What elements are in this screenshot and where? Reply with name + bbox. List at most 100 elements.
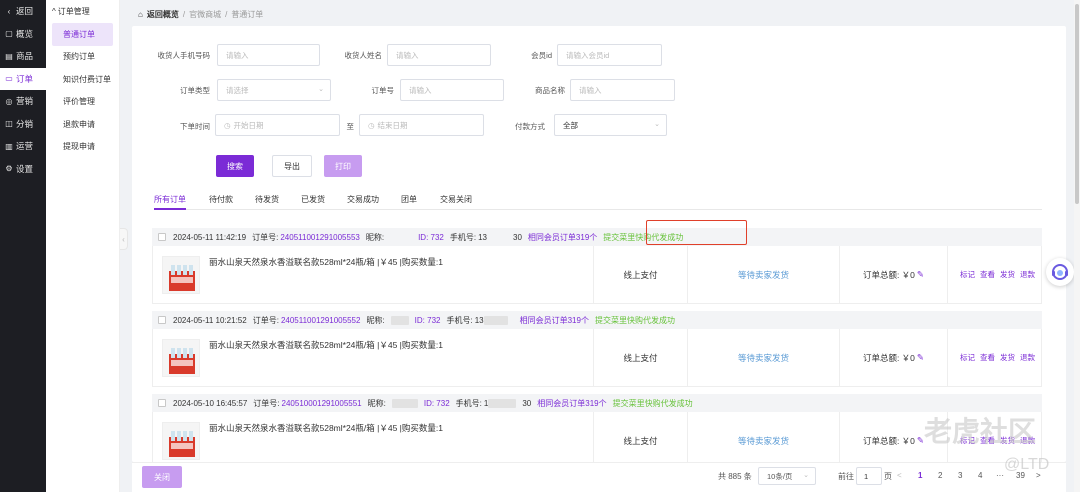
subnav-item-knowledge-order[interactable]: 知识付费订单 — [46, 68, 119, 91]
subnav-item-refund[interactable]: 退款申请 — [46, 113, 119, 136]
close-button[interactable]: 关闭 — [142, 466, 182, 488]
page-scrollbar[interactable] — [1074, 0, 1080, 492]
refund-button[interactable]: 退款 — [1020, 269, 1035, 280]
nav-item-order[interactable]: ▭ 订单 — [0, 67, 46, 90]
nav-item-goods[interactable]: ▤ 商品 — [0, 45, 46, 68]
page-jump-input[interactable]: 1 — [856, 467, 882, 485]
subnav-head[interactable]: ^ 订单管理 — [46, 0, 119, 23]
tab-success[interactable]: 交易成功 — [347, 194, 379, 205]
type-select[interactable]: 请选择 ⌄ — [217, 79, 331, 101]
tab-group[interactable]: 团单 — [401, 194, 417, 205]
search-button[interactable]: 搜索 — [216, 155, 254, 177]
product-title[interactable]: 丽水山泉天然泉水香溢联名款528ml*24瓶/箱 |￥45 |购买数量:1 — [209, 422, 443, 434]
mark-button[interactable]: 标记 — [960, 352, 975, 363]
order-checkbox[interactable] — [158, 233, 166, 241]
subnav-item-withdraw[interactable]: 提现申请 — [46, 136, 119, 159]
clock-icon: ◷ — [368, 120, 375, 130]
page-2[interactable]: 2 — [938, 471, 942, 480]
export-button[interactable]: 导出 — [272, 155, 312, 177]
pay-select[interactable]: 全部 ⌄ — [554, 114, 667, 136]
member-id[interactable]: ID: 732 — [424, 399, 450, 408]
view-button[interactable]: 查看 — [980, 352, 995, 363]
collapse-toggle[interactable]: ‹ — [120, 228, 128, 250]
customer-service-button[interactable] — [1046, 258, 1074, 286]
name-input[interactable]: 请输入 — [387, 44, 491, 66]
date-to-label: 至 — [346, 122, 355, 131]
related-orders-link[interactable]: 相同会员订单319个 — [528, 232, 597, 243]
chart-icon: ▥ — [5, 141, 13, 151]
tab-unpaid[interactable]: 待付款 — [209, 194, 233, 205]
member-id[interactable]: ID: 732 — [415, 316, 441, 325]
subnav-item-review[interactable]: 评价管理 — [46, 91, 119, 114]
scrollbar-thumb[interactable] — [1075, 4, 1079, 204]
start-date-input[interactable]: ◷ 开始日期 — [215, 114, 340, 136]
nav-item-marketing[interactable]: ◎ 营销 — [0, 90, 46, 113]
related-orders-link[interactable]: 相同会员订单319个 — [520, 315, 589, 326]
prev-page-button[interactable]: < — [897, 471, 902, 480]
nav-item-distribution[interactable]: ◫ 分销 — [0, 113, 46, 136]
chevron-down-icon: ⌄ — [803, 472, 809, 479]
breadcrumb-mid[interactable]: 官微商城 — [189, 9, 221, 20]
member-id[interactable]: ID: 732 — [418, 233, 444, 242]
edit-icon[interactable]: ✎ — [917, 269, 924, 280]
chevron-down-icon: ⌄ — [654, 121, 660, 128]
goods-input[interactable]: 请输入 — [570, 79, 675, 101]
ship-button[interactable]: 发货 — [1000, 269, 1015, 280]
subnav-item-normal-order[interactable]: 普通订单 — [52, 23, 113, 46]
end-date-input[interactable]: ◷ 结束日期 — [359, 114, 484, 136]
tab-closed[interactable]: 交易关闭 — [440, 194, 472, 205]
chevron-up-icon: ^ — [52, 7, 56, 16]
order-number[interactable]: 240511001291005553 — [280, 233, 360, 242]
order-number[interactable]: 240510001291005551 — [282, 399, 362, 408]
name-label: 收货人姓名 — [344, 51, 383, 60]
related-orders-link[interactable]: 相同会员订单319个 — [537, 398, 606, 409]
phone-label: 收货人手机号码 — [157, 51, 211, 60]
product-image — [162, 422, 200, 460]
nav-item-settings[interactable]: ⚙ 设置 — [0, 158, 46, 181]
order-tabs: 所有订单 待付款 待发货 已发货 交易成功 团单 交易关闭 — [154, 194, 1042, 210]
ship-button[interactable]: 发货 — [1000, 352, 1015, 363]
order-card: 2024-05-10 16:45:57 订单号: 240510001291005… — [152, 394, 1042, 462]
product-title[interactable]: 丽水山泉天然泉水香溢联名款528ml*24瓶/箱 |￥45 |购买数量:1 — [209, 256, 443, 268]
tab-to-ship[interactable]: 待发货 — [255, 194, 279, 205]
edit-icon[interactable]: ✎ — [917, 352, 924, 363]
page-ellipsis[interactable]: ··· — [996, 471, 1004, 480]
nickname-redacted — [391, 398, 418, 408]
page-4[interactable]: 4 — [978, 471, 982, 480]
phone-input[interactable]: 请输入 — [217, 44, 320, 66]
ship-status: 等待卖家发货 — [687, 246, 839, 303]
refund-button[interactable]: 退款 — [1020, 352, 1035, 363]
order-checkbox[interactable] — [158, 316, 166, 324]
order-status-text: 提交菜里快购代发成功 — [612, 398, 693, 408]
breadcrumb-home[interactable]: 返回概览 — [147, 9, 179, 20]
order-actions: 标记 查看 发货 退款 — [960, 329, 1035, 386]
member-input[interactable]: 请输入会员id — [557, 44, 662, 66]
divider — [947, 329, 948, 386]
chevron-down-icon: ⌄ — [318, 86, 324, 93]
orderno-input[interactable]: 请输入 — [400, 79, 504, 101]
pay-method: 线上支付 — [593, 246, 687, 303]
tab-shipped[interactable]: 已发货 — [301, 194, 325, 205]
product-title[interactable]: 丽水山泉天然泉水香溢联名款528ml*24瓶/箱 |￥45 |购买数量:1 — [209, 339, 443, 351]
tab-all[interactable]: 所有订单 — [154, 194, 186, 205]
order-checkbox[interactable] — [158, 399, 166, 407]
order-icon: ▭ — [5, 74, 13, 84]
time-label: 下单时间 — [180, 122, 210, 131]
edit-icon[interactable]: ✎ — [917, 435, 924, 446]
nav-item-overview[interactable]: ▢ 概览 — [0, 23, 46, 46]
nav-item-operation[interactable]: ▥ 运营 — [0, 135, 46, 158]
nav-back[interactable]: ‹ 返回 — [0, 0, 46, 23]
gear-icon: ⚙ — [5, 164, 13, 174]
view-button[interactable]: 查看 — [980, 269, 995, 280]
page-size-select[interactable]: 10条/页 ⌄ — [758, 467, 816, 485]
goods-icon: ▤ — [5, 51, 13, 61]
page-3[interactable]: 3 — [958, 471, 962, 480]
product-image — [162, 256, 200, 294]
order-body: 丽水山泉天然泉水香溢联名款528ml*24瓶/箱 |￥45 |购买数量:1 线上… — [152, 412, 1042, 462]
print-button[interactable]: 打印 — [324, 155, 362, 177]
mark-button[interactable]: 标记 — [960, 269, 975, 280]
marketing-icon: ◎ — [5, 96, 13, 106]
page-1[interactable]: 1 — [918, 471, 922, 480]
subnav-item-reserve-order[interactable]: 预约订单 — [46, 46, 119, 69]
order-number[interactable]: 240511001291005552 — [281, 316, 361, 325]
